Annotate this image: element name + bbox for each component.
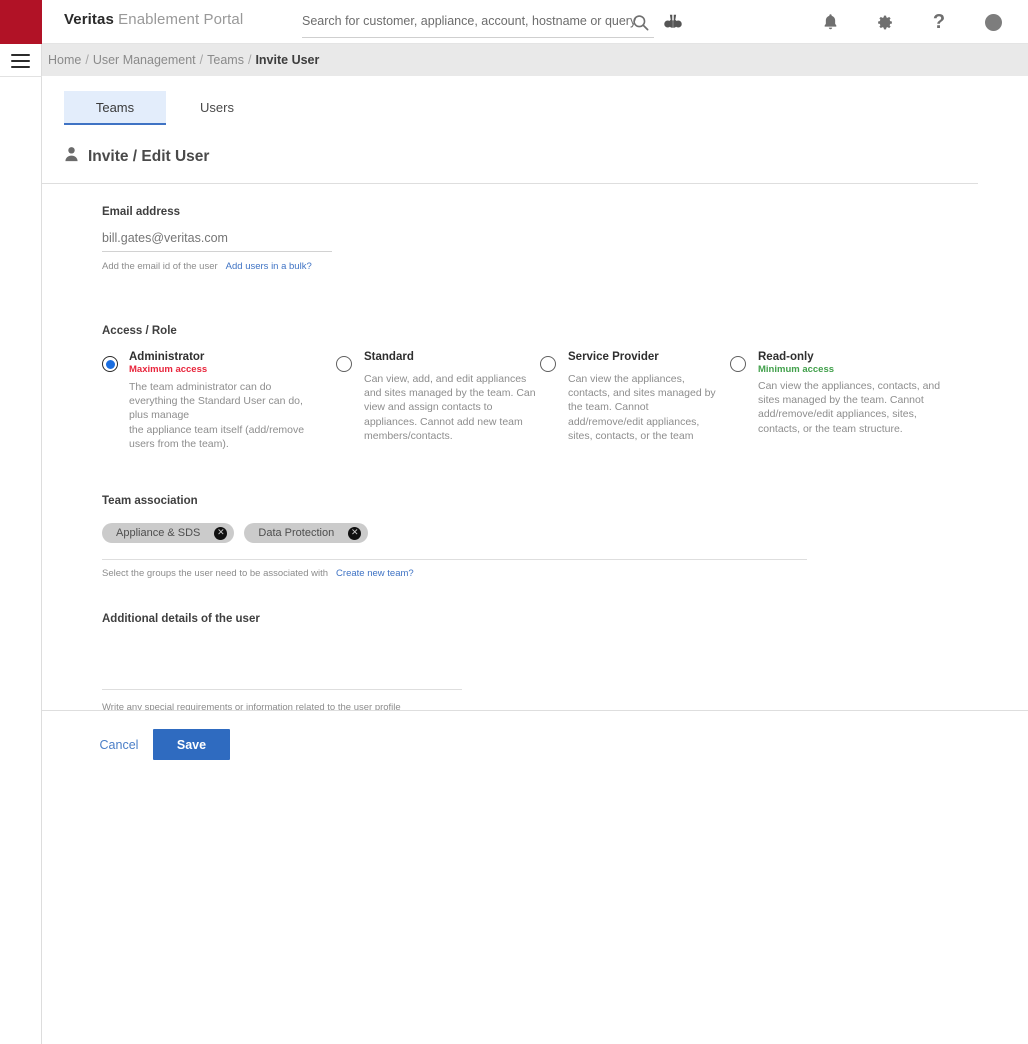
invite-user-form: Email address Add the email id of the us… <box>102 206 1002 713</box>
breadcrumb-separator: / <box>85 53 89 67</box>
team-divider <box>102 559 807 560</box>
binoculars-icon[interactable] <box>658 0 688 44</box>
footer-actions: Cancel Save <box>42 711 1028 1044</box>
team-chip-label: Appliance & SDS <box>116 527 201 539</box>
role-name: Service Provider <box>568 351 659 363</box>
tab-bar: Teams Users <box>64 91 268 125</box>
team-chip[interactable]: Appliance & SDS ✕ <box>102 523 235 543</box>
email-helper-row: Add the email id of the user Add users in… <box>102 261 1002 272</box>
avatar[interactable] <box>979 0 1007 44</box>
search-input[interactable] <box>302 8 654 34</box>
brand-color-block <box>0 0 42 44</box>
radio-service-provider[interactable] <box>540 356 556 372</box>
breadcrumb-item-teams[interactable]: Teams <box>207 53 244 67</box>
close-icon[interactable]: ✕ <box>214 526 228 540</box>
breadcrumb-separator: / <box>199 53 204 67</box>
user-icon <box>64 146 79 167</box>
email-input[interactable] <box>102 231 332 252</box>
breadcrumb-item-home[interactable]: Home <box>48 53 81 67</box>
cancel-button[interactable]: Cancel <box>81 730 157 760</box>
rail-divider <box>0 76 42 77</box>
email-helper-text: Add the email id of the user <box>102 261 218 272</box>
team-helper-row: Select the groups the user need to be as… <box>102 568 1002 579</box>
help-icon-glyph: ? <box>932 11 946 33</box>
team-association-label: Team association <box>102 495 198 507</box>
role-description: Can view, add, and edit appliances and s… <box>364 373 536 442</box>
access-role-label: Access / Role <box>102 325 177 337</box>
menu-icon[interactable] <box>11 54 30 68</box>
app-title: Veritas Enablement Portal <box>64 11 243 28</box>
radio-read-only[interactable] <box>730 356 746 372</box>
breadcrumb-bar: Home / User Management / Teams / Invite User <box>42 44 1028 76</box>
role-description: The team administrator can do everything… <box>129 381 305 450</box>
email-label: Email address <box>102 206 180 218</box>
page-title-row: Invite / Edit User <box>64 146 209 167</box>
breadcrumb-separator: / <box>247 53 252 67</box>
search-icon[interactable] <box>626 0 654 44</box>
role-option-read-only[interactable]: Read-only Minimum access Can view the ap… <box>730 351 945 436</box>
tab-users[interactable]: Users <box>166 91 268 125</box>
team-chip[interactable]: Data Protection ✕ <box>244 523 369 543</box>
access-role-group: Access / Role Administrator Maximum acce… <box>102 325 1002 461</box>
brand-name: Veritas <box>64 11 114 28</box>
save-button[interactable]: Save <box>153 729 230 760</box>
add-users-bulk-link[interactable]: Add users in a bulk? <box>226 261 312 272</box>
tab-teams[interactable]: Teams <box>64 91 166 125</box>
page-title: Invite / Edit User <box>88 147 210 165</box>
role-option-administrator[interactable]: Administrator Maximum access The team ad… <box>102 351 317 451</box>
role-option-standard[interactable]: Standard Can view, add, and edit applian… <box>336 351 536 443</box>
breadcrumb: Home / User Management / Teams / Invite User <box>48 53 319 67</box>
role-access-note: Minimum access <box>758 364 835 375</box>
team-helper-text: Select the groups the user need to be as… <box>102 568 329 579</box>
close-icon[interactable]: ✕ <box>348 526 362 540</box>
team-chip-label: Data Protection <box>258 527 335 539</box>
additional-details-input[interactable] <box>102 650 462 690</box>
bell-icon[interactable] <box>816 0 844 44</box>
radio-standard[interactable] <box>336 356 352 372</box>
global-search[interactable] <box>302 8 654 38</box>
help-icon[interactable]: ? <box>925 0 953 44</box>
top-bar: Veritas Enablement Portal ? <box>0 0 1028 44</box>
radio-administrator[interactable] <box>102 356 118 372</box>
brand-suffix: Enablement Portal <box>113 11 244 28</box>
role-name: Administrator <box>129 351 205 363</box>
create-new-team-link[interactable]: Create new team? <box>336 568 414 579</box>
avatar-circle <box>984 13 1002 31</box>
team-association-group: Team association Appliance & SDS ✕ Data … <box>102 495 1002 579</box>
additional-details-group: Additional details of the user Write any… <box>102 613 1002 713</box>
breadcrumb-current: Invite User <box>255 53 320 67</box>
content-card: Teams Users Invite / Edit User Email add… <box>42 76 1028 713</box>
left-rail <box>0 44 42 1044</box>
team-chip-list: Appliance & SDS ✕ Data Protection ✕ <box>102 523 1002 543</box>
breadcrumb-item-user-management[interactable]: User Management <box>93 53 196 67</box>
title-divider <box>42 183 978 184</box>
role-options: Administrator Maximum access The team ad… <box>102 351 1002 461</box>
role-access-note: Maximum access <box>129 364 208 375</box>
role-name: Standard <box>364 351 414 363</box>
gear-icon[interactable] <box>871 0 899 44</box>
additional-details-label: Additional details of the user <box>102 613 260 625</box>
role-description: Can view the appliances, contacts, and s… <box>568 373 716 442</box>
role-option-service-provider[interactable]: Service Provider Can view the appliances… <box>540 351 725 443</box>
role-name: Read-only <box>758 351 814 363</box>
role-description: Can view the appliances, contacts, and s… <box>758 380 941 435</box>
email-field-group: Email address Add the email id of the us… <box>102 206 1002 272</box>
